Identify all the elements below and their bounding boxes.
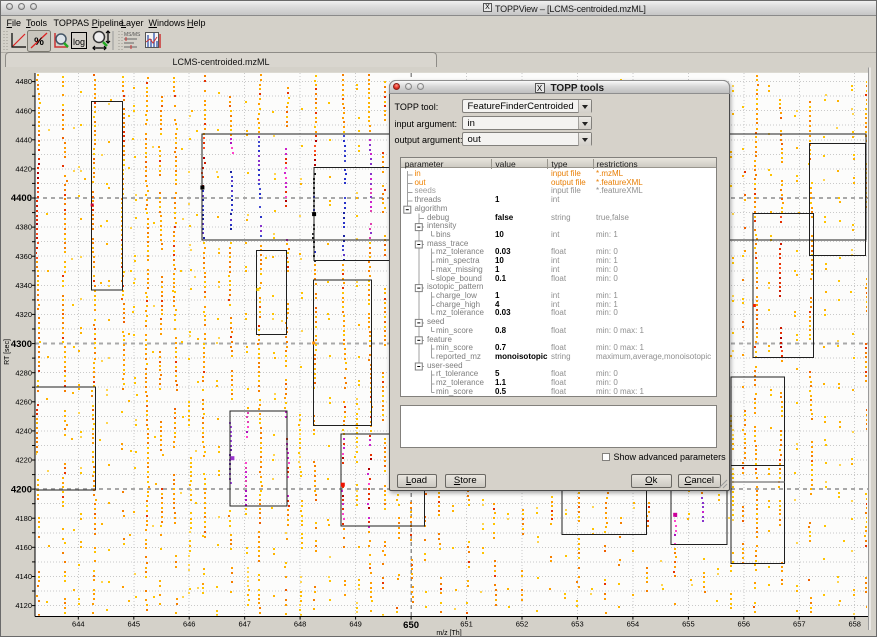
svg-text:646: 646 xyxy=(183,620,196,629)
svg-text:4200: 4200 xyxy=(11,484,32,495)
svg-text:648: 648 xyxy=(294,620,307,629)
svg-text:4460: 4460 xyxy=(15,106,32,115)
svg-text:647: 647 xyxy=(238,620,251,629)
svg-text:657: 657 xyxy=(793,620,806,629)
svg-text:4160: 4160 xyxy=(15,543,32,552)
svg-text:4440: 4440 xyxy=(15,135,32,144)
svg-text:645: 645 xyxy=(128,620,141,629)
svg-text:log: log xyxy=(73,37,85,47)
svg-text:%: % xyxy=(34,36,44,48)
svg-text:RT [sec]: RT [sec] xyxy=(4,339,11,365)
svg-text:4260: 4260 xyxy=(15,397,32,406)
svg-text:4120: 4120 xyxy=(15,601,32,610)
svg-text:651: 651 xyxy=(460,620,473,629)
svg-text:4360: 4360 xyxy=(15,252,32,261)
svg-text:4220: 4220 xyxy=(15,456,32,465)
svg-text:4420: 4420 xyxy=(15,165,32,174)
svg-text:652: 652 xyxy=(516,620,529,629)
svg-text:658: 658 xyxy=(848,620,861,629)
svg-text:4180: 4180 xyxy=(15,514,32,523)
svg-text:4240: 4240 xyxy=(15,427,32,436)
svg-text:4320: 4320 xyxy=(15,310,32,319)
svg-text:4480: 4480 xyxy=(15,77,32,86)
svg-text:654: 654 xyxy=(627,620,640,629)
svg-text:4280: 4280 xyxy=(15,368,32,377)
svg-text:644: 644 xyxy=(72,620,85,629)
svg-text:656: 656 xyxy=(738,620,751,629)
svg-text:4300: 4300 xyxy=(11,339,32,350)
svg-text:655: 655 xyxy=(682,620,695,629)
svg-text:4380: 4380 xyxy=(15,223,32,232)
svg-text:653: 653 xyxy=(571,620,584,629)
svg-text:650: 650 xyxy=(403,620,419,631)
svg-text:4140: 4140 xyxy=(15,572,32,581)
svg-text:649: 649 xyxy=(349,620,362,629)
svg-text:4340: 4340 xyxy=(15,281,32,290)
svg-text:MS/MS: MS/MS xyxy=(124,32,141,38)
svg-text:4400: 4400 xyxy=(11,193,32,204)
svg-text:m/z [Th]: m/z [Th] xyxy=(436,630,461,637)
